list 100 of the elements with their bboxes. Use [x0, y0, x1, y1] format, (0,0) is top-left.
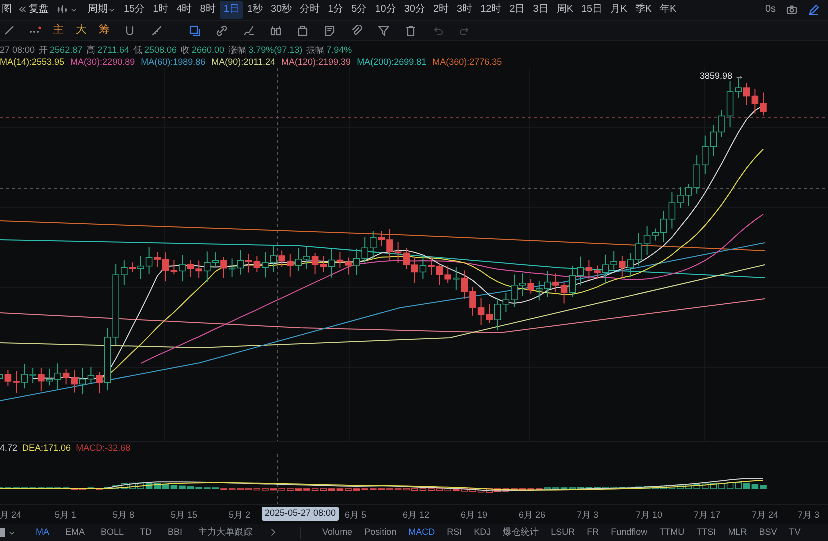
- chevron-right-icon[interactable]: [268, 528, 278, 538]
- indicator-shortcut[interactable]: 筹: [99, 22, 110, 39]
- period-tab[interactable]: 2日: [506, 0, 530, 19]
- moving-average-value: MA(60):1989.86: [141, 56, 206, 69]
- period-tab[interactable]: 8时: [196, 0, 220, 19]
- date-label: 6月 12: [403, 509, 430, 522]
- date-label: 5月 8: [113, 509, 135, 522]
- period-tab[interactable]: 10分: [371, 0, 400, 19]
- trash-icon[interactable]: [405, 24, 417, 37]
- date-label: 5月 1: [55, 509, 77, 522]
- period-dropdown[interactable]: 周期: [88, 2, 108, 18]
- period-tab[interactable]: 分时: [296, 0, 324, 19]
- period-tab[interactable]: 30分: [400, 0, 430, 19]
- paperclip-icon[interactable]: [351, 24, 363, 37]
- period-tab[interactable]: 1时: [149, 0, 173, 19]
- panel-toggle-icon[interactable]: [0, 528, 5, 538]
- moving-average-value: MA(14):2553.95: [0, 56, 65, 69]
- field-label: 低: [133, 44, 142, 57]
- indicator-tab[interactable]: KDJ: [474, 526, 492, 540]
- date-label: 6月 19: [461, 509, 488, 522]
- layers-icon[interactable]: [189, 24, 201, 37]
- indicator-tab[interactable]: TD: [140, 526, 152, 540]
- replay-button[interactable]: 复盘: [29, 2, 49, 18]
- period-tab[interactable]: 30秒: [266, 0, 296, 19]
- date-label: 5月 2: [229, 509, 251, 522]
- period-tab[interactable]: 3日: [529, 0, 553, 19]
- indicator-tab[interactable]: Volume: [322, 526, 353, 540]
- crosshair-date-label: 2025-05-27 08:00: [262, 507, 340, 521]
- period-tab[interactable]: 1日: [220, 0, 244, 19]
- pencil-icon[interactable]: [808, 4, 820, 16]
- macd-value: DEA:171.06: [22, 442, 72, 455]
- indicator-tab[interactable]: EMA: [66, 526, 86, 540]
- field-label: 振幅: [306, 44, 325, 57]
- date-label: 7月 3: [798, 509, 820, 522]
- date-label: 6月 5: [345, 509, 367, 522]
- note-icon[interactable]: [324, 24, 336, 37]
- indicator-shortcut[interactable]: 大: [76, 22, 87, 39]
- period-tab[interactable]: 季K: [631, 0, 656, 19]
- indicator-shortcut[interactable]: 主: [53, 22, 64, 39]
- candlestick-type-icon[interactable]: [57, 4, 68, 16]
- indicator-tab[interactable]: MACD: [408, 526, 436, 540]
- period-tab[interactable]: 12时: [476, 0, 506, 19]
- field-value: 2508.06: [144, 44, 178, 57]
- field-label: 收: [181, 44, 190, 57]
- period-tab[interactable]: 15日: [577, 0, 607, 19]
- indicator-tab[interactable]: TTMU: [660, 526, 685, 540]
- indicator-tab[interactable]: 主力大单跟踪: [198, 526, 253, 540]
- period-tab[interactable]: 4时: [172, 0, 196, 19]
- brush-icon[interactable]: [243, 24, 255, 37]
- period-tab[interactable]: 1秒: [243, 0, 267, 19]
- date-label: 7月 3: [577, 509, 599, 522]
- layout-button[interactable]: 图: [0, 2, 14, 18]
- binoculars-icon[interactable]: [270, 24, 282, 37]
- indicator-tab[interactable]: MA: [36, 526, 50, 540]
- period-tab[interactable]: 月K: [606, 0, 632, 19]
- moving-average-value: MA(360):2776.35: [432, 56, 502, 69]
- filter-icon[interactable]: [378, 24, 390, 37]
- period-tab[interactable]: 年K: [656, 0, 681, 19]
- moving-average-value: MA(200):2699.81: [357, 56, 427, 69]
- period-tab[interactable]: 3时: [453, 0, 477, 19]
- indicator-tab[interactable]: Position: [364, 526, 397, 540]
- high-price-label: 3859.98 →: [700, 70, 744, 84]
- indicator-tab[interactable]: BOLL: [101, 526, 124, 540]
- indicator-tab[interactable]: MLR: [728, 526, 748, 540]
- indicator-tab[interactable]: RSI: [447, 526, 462, 540]
- field-label: 涨幅: [228, 44, 247, 57]
- moving-average-value: MA(120):2199.39: [282, 56, 352, 69]
- field-label: 开: [39, 44, 48, 57]
- period-tab[interactable]: 1分: [324, 0, 348, 19]
- frame-icon[interactable]: [297, 24, 309, 37]
- indicator-tab[interactable]: BBI: [168, 526, 183, 540]
- link-icon[interactable]: [216, 24, 228, 37]
- indicator-tab[interactable]: FR: [587, 526, 600, 540]
- candle-time: 27 08:00: [0, 44, 36, 57]
- refresh-interval[interactable]: 0s: [765, 2, 776, 18]
- period-tab[interactable]: 15分: [120, 0, 150, 19]
- field-value: 7.94%: [326, 44, 352, 57]
- field-value: 3.79%(97.13): [248, 44, 303, 57]
- indicator-tab[interactable]: TV: [789, 526, 801, 540]
- ruler-icon[interactable]: [151, 24, 163, 37]
- indicator-tab[interactable]: BSV: [759, 526, 778, 540]
- macd-value: MACD:-32.68: [76, 442, 131, 455]
- date-label: 7月 24: [752, 509, 779, 522]
- indicator-tab[interactable]: TTSI: [696, 526, 716, 540]
- field-value: 2711.64: [98, 44, 130, 57]
- rewind-icon: [18, 5, 27, 14]
- line-tool-icon[interactable]: [4, 25, 15, 36]
- period-tab[interactable]: 周K: [552, 0, 578, 19]
- period-tab[interactable]: 5分: [348, 0, 372, 19]
- indicator-tab[interactable]: 爆仓统计: [503, 526, 540, 540]
- field-label: 高: [86, 44, 96, 57]
- indicator-tab[interactable]: LSUR: [551, 526, 576, 540]
- moving-average-value: MA(30):2290.89: [70, 56, 136, 69]
- camera-icon[interactable]: [786, 4, 798, 16]
- indicator-tab[interactable]: Fundflow: [611, 526, 648, 540]
- date-label: 5月 15: [171, 509, 198, 522]
- date-label: 月 24: [0, 509, 22, 522]
- period-tab[interactable]: 2时: [429, 0, 453, 19]
- field-value: 2562.87: [50, 44, 83, 57]
- magnet-icon[interactable]: [124, 24, 136, 37]
